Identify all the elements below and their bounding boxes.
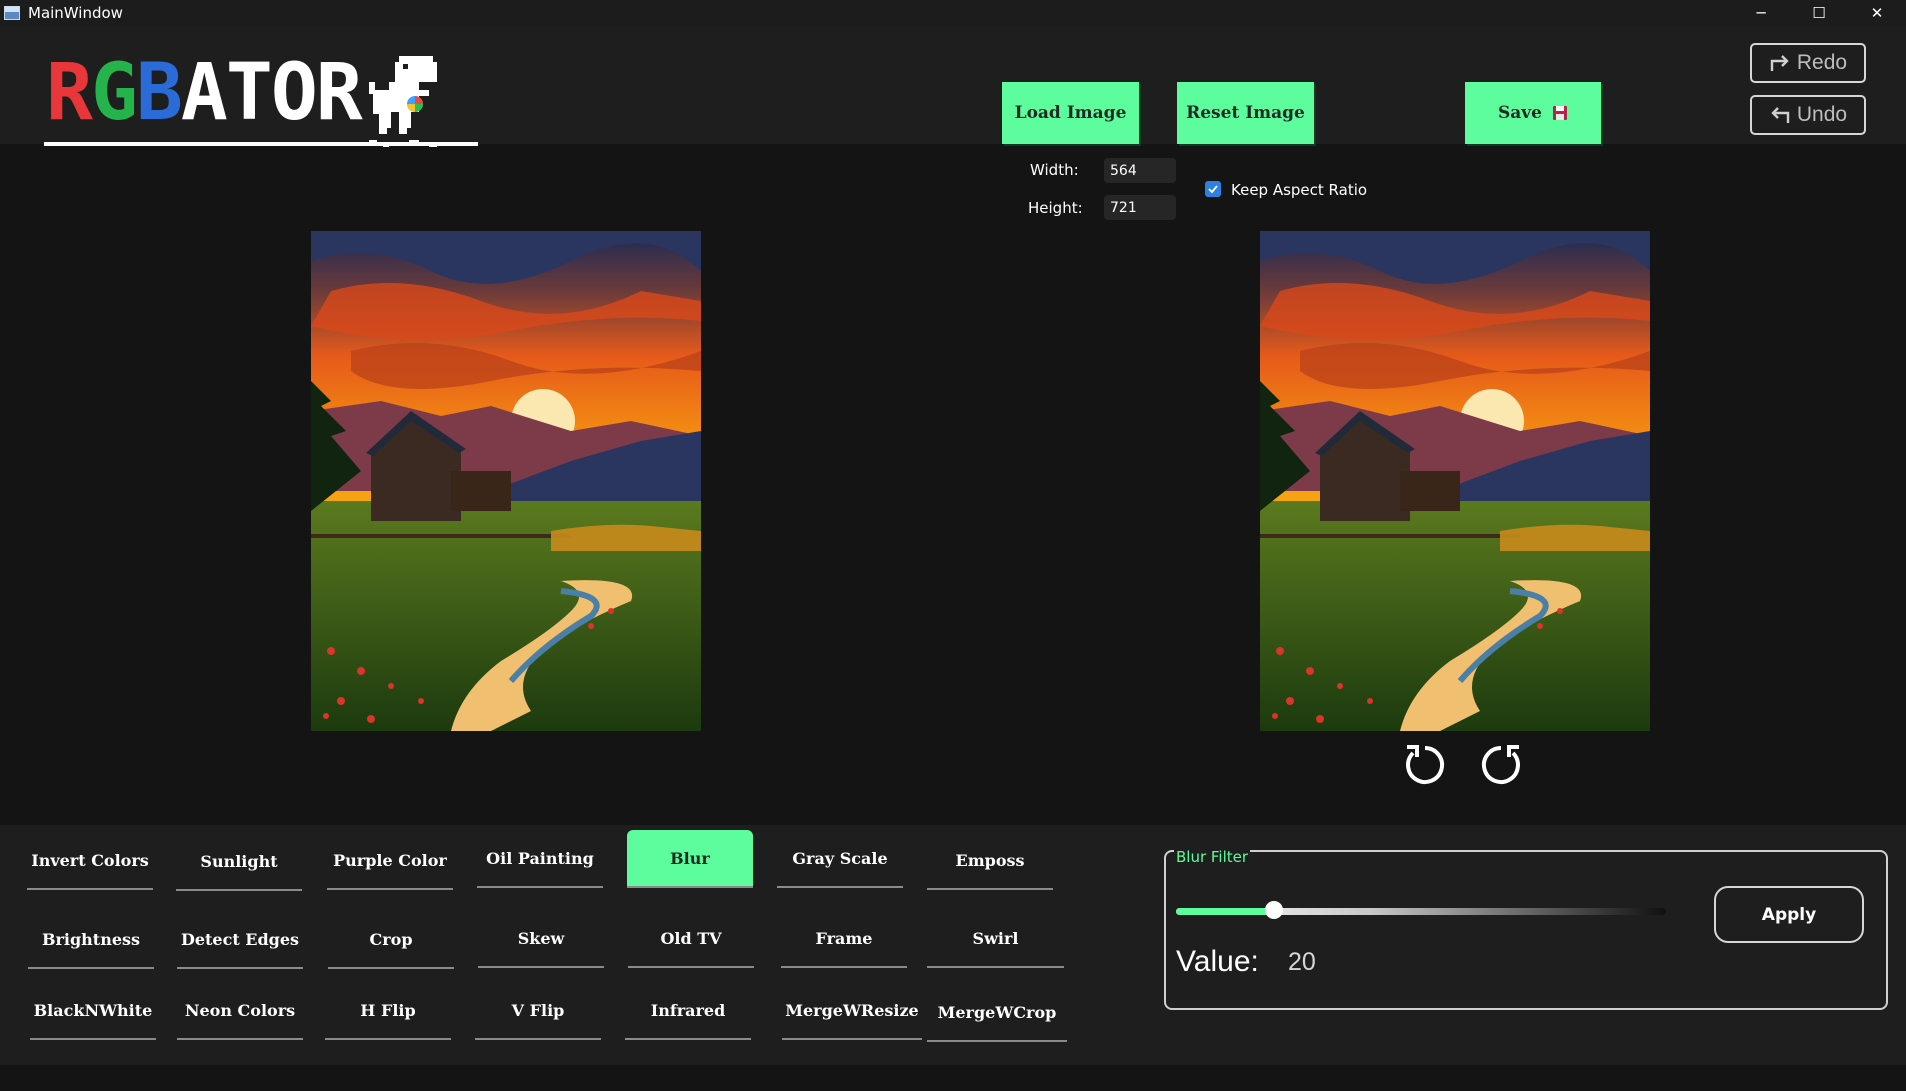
checkmark-icon — [1208, 185, 1218, 194]
close-button[interactable]: ✕ — [1848, 0, 1906, 26]
header-bar: RGBATOR Load Image Reset Image Save Redo… — [0, 26, 1906, 147]
filter-blacknwhite-button[interactable]: BlackNWhite — [30, 982, 156, 1040]
undo-label: Undo — [1796, 103, 1848, 126]
blur-slider-handle[interactable] — [1265, 901, 1283, 919]
apply-button[interactable]: Apply — [1714, 886, 1864, 943]
app-logo: RGBATOR — [44, 48, 484, 168]
window-title: MainWindow — [28, 4, 123, 22]
logo-text: RGBATOR — [46, 48, 363, 138]
filter-invert-colors-button[interactable]: Invert Colors — [27, 832, 153, 890]
rotate-right-icon[interactable] — [1477, 741, 1525, 789]
filter-mergewcrop-button[interactable]: MergeWCrop — [927, 984, 1067, 1042]
logo-underline — [44, 142, 478, 146]
filter-sunlight-button[interactable]: Sunlight — [176, 833, 302, 891]
app-icon — [4, 6, 20, 20]
filter-brightness-button[interactable]: Brightness — [28, 911, 154, 969]
height-input[interactable] — [1104, 195, 1176, 220]
redo-icon — [1770, 55, 1789, 71]
keep-aspect-label: Keep Aspect Ratio — [1231, 181, 1368, 199]
filter-mergewresize-button[interactable]: MergeWResize — [782, 982, 922, 1040]
filter-skew-button[interactable]: Skew — [478, 910, 604, 968]
width-label: Width: — [1030, 161, 1079, 179]
filter-old-tv-button[interactable]: Old TV — [628, 910, 754, 968]
save-button[interactable]: Save — [1465, 82, 1601, 144]
redo-label: Redo — [1796, 51, 1848, 74]
maximize-button[interactable]: ☐ — [1790, 0, 1848, 26]
filter-neon-colors-button[interactable]: Neon Colors — [177, 982, 303, 1040]
floppy-disk-icon — [1553, 106, 1567, 120]
load-image-button[interactable]: Load Image — [1002, 82, 1139, 144]
filter-blur-button[interactable]: Blur — [627, 830, 753, 888]
redo-button[interactable]: Redo — [1750, 43, 1866, 83]
title-bar: MainWindow ─ ☐ ✕ — [0, 0, 1906, 26]
filter-v-flip-button[interactable]: V Flip — [475, 982, 601, 1040]
minimize-button[interactable]: ─ — [1732, 0, 1790, 26]
filter-detect-edges-button[interactable]: Detect Edges — [177, 911, 303, 969]
window-controls: ─ ☐ ✕ — [1732, 0, 1906, 26]
filter-oil-painting-button[interactable]: Oil Painting — [477, 830, 603, 888]
width-input[interactable] — [1104, 158, 1176, 183]
save-label: Save — [1498, 103, 1542, 123]
processed-image — [1260, 231, 1650, 731]
filter-purple-color-button[interactable]: Purple Color — [327, 832, 453, 890]
height-label: Height: — [1028, 199, 1083, 217]
filter-h-flip-button[interactable]: H Flip — [325, 982, 451, 1040]
value-readout: 20 — [1288, 948, 1316, 976]
filter-frame-button[interactable]: Frame — [781, 910, 907, 968]
value-label: Value: — [1176, 945, 1259, 978]
logo-letters-ator: ATOR — [180, 48, 363, 138]
status-bar — [0, 1065, 1906, 1091]
dino-icon — [369, 56, 437, 147]
filter-emposs-button[interactable]: Emposs — [927, 832, 1053, 890]
original-image — [311, 231, 701, 731]
filter-crop-button[interactable]: Crop — [328, 911, 454, 969]
rotate-left-icon[interactable] — [1401, 741, 1449, 789]
blur-slider-fill — [1176, 908, 1274, 915]
undo-button[interactable]: Undo — [1750, 95, 1866, 135]
undo-icon — [1771, 107, 1790, 123]
logo-letter-b: B — [135, 48, 183, 138]
filter-infrared-button[interactable]: Infrared — [625, 982, 751, 1040]
filter-gray-scale-button[interactable]: Gray Scale — [777, 830, 903, 888]
logo-letter-r: R — [46, 48, 93, 138]
logo-letter-g: G — [90, 48, 138, 138]
blur-filter-title: Blur Filter — [1174, 848, 1251, 866]
keep-aspect-checkbox[interactable] — [1205, 181, 1221, 197]
reset-image-button[interactable]: Reset Image — [1177, 82, 1314, 144]
filter-swirl-button[interactable]: Swirl — [927, 910, 1064, 968]
